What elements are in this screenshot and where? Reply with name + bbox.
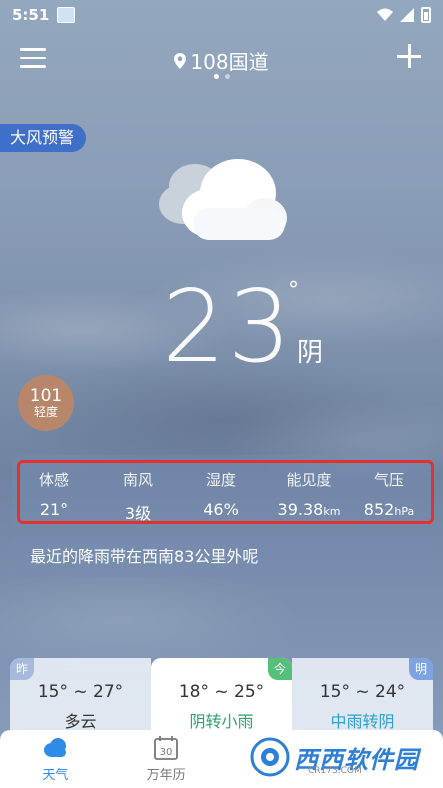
watermark-url: CR173.COM	[308, 766, 362, 776]
add-city-icon[interactable]	[397, 44, 421, 68]
wifi-icon	[377, 8, 393, 21]
watermark-logo-icon	[250, 737, 290, 777]
detail-value: 46%	[203, 500, 239, 519]
forecast-condition: 中雨转阴	[330, 712, 395, 731]
watermark: 西西软件园 CR173.COM	[248, 730, 438, 784]
degree-symbol: °	[288, 278, 299, 303]
forecast-temp: 15° ~ 27°	[37, 682, 124, 702]
aqi-badge[interactable]: 101 轻度	[18, 375, 74, 431]
detail-feels-like: 体感 21°	[14, 469, 94, 519]
forecast-condition: 多云	[64, 712, 97, 731]
forecast-temp: 15° ~ 24°	[319, 682, 406, 702]
detail-pressure: 气压 852hPa	[349, 469, 429, 519]
aqi-level: 轻度	[33, 404, 58, 419]
calendar-day: 30	[160, 747, 173, 758]
nav-weather[interactable]: 天气	[0, 730, 111, 788]
detail-humidity: 湿度 46%	[181, 469, 261, 519]
forecast-temp: 18° ~ 25°	[178, 682, 265, 702]
forecast-tag: 昨	[10, 658, 34, 680]
forecast-today[interactable]: 今 18° ~ 25° 阴转小雨	[151, 658, 292, 731]
detail-label: 能见度	[286, 471, 332, 489]
detail-value: 21°	[39, 500, 69, 519]
forecast-tag: 明	[409, 658, 433, 680]
detail-label: 气压	[373, 471, 404, 489]
current-condition: 阴	[297, 338, 324, 368]
forecast-tag: 今	[268, 658, 292, 680]
nav-label: 万年历	[146, 768, 186, 783]
detail-value: 39.38km	[277, 500, 341, 519]
aqi-value: 101	[29, 385, 63, 406]
nav-calendar[interactable]: 30 万年历	[111, 730, 222, 788]
detail-value: 3级	[124, 504, 152, 523]
status-icons	[377, 7, 431, 23]
forecast-row: 昨 15° ~ 27° 多云 今 18° ~ 25° 阴转小雨 明 15° ~ …	[10, 658, 433, 731]
detail-wind: 南风 3级	[98, 469, 178, 524]
battery-icon	[421, 7, 431, 23]
signal-icon	[400, 8, 414, 22]
nav-label: 天气	[42, 768, 69, 783]
forecast-yesterday[interactable]: 昨 15° ~ 27° 多云	[10, 658, 151, 731]
status-bar: 5:51	[0, 0, 443, 30]
page-dot	[213, 74, 219, 79]
cloudy-icon	[159, 159, 287, 240]
page-dot	[224, 74, 230, 79]
detail-label: 体感	[38, 471, 69, 489]
rain-notice[interactable]: 最近的降雨带在西南83公里外呢	[12, 536, 432, 578]
detail-label: 湿度	[205, 471, 236, 489]
forecast-condition: 阴转小雨	[189, 712, 254, 731]
calendar-icon: 30	[154, 736, 179, 760]
forecast-tomorrow[interactable]: 明 15° ~ 24° 中雨转阴	[292, 658, 433, 731]
detail-value: 852hPa	[363, 500, 415, 519]
location-title[interactable]: 108国道	[0, 46, 443, 75]
notification-app-icon	[57, 7, 76, 23]
weather-icon	[44, 738, 67, 757]
current-temperature: 23	[162, 268, 294, 385]
location-pin-icon	[174, 52, 187, 69]
location-name: 108国道	[190, 50, 269, 74]
weather-alert-badge[interactable]: 大风预警	[0, 124, 87, 152]
detail-visibility: 能见度 39.38km	[264, 469, 354, 519]
status-time: 5:51	[12, 6, 50, 24]
page-indicator	[0, 74, 443, 79]
detail-label: 南风	[122, 471, 153, 489]
